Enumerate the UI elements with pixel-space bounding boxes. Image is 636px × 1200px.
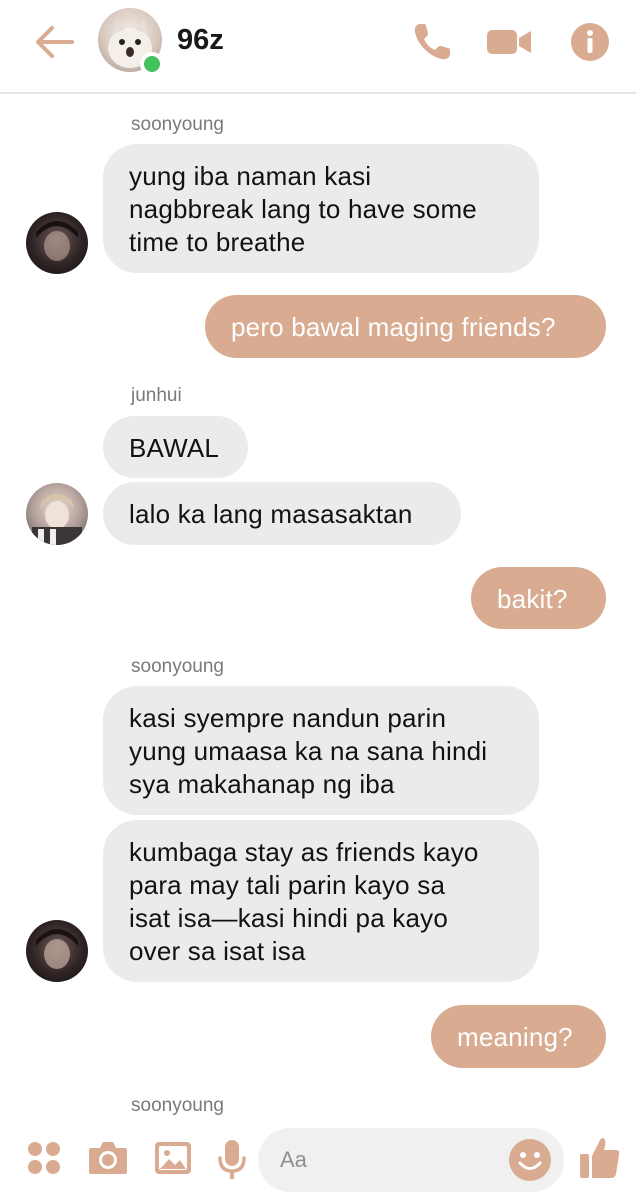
four-dots-icon xyxy=(28,1142,60,1174)
avatar-photo xyxy=(32,494,82,545)
messenger-chat-screen: 96z soonyoung yung iba naman kasi nagbbr… xyxy=(0,0,636,1200)
online-status-dot xyxy=(140,52,164,76)
info-button[interactable] xyxy=(568,20,612,64)
thumbs-up-icon xyxy=(580,1138,620,1178)
sender-avatar[interactable] xyxy=(26,483,88,545)
chat-title[interactable]: 96z xyxy=(177,24,224,57)
smiley-icon xyxy=(509,1139,551,1181)
outgoing-message[interactable]: pero bawal maging friends? xyxy=(205,295,606,358)
like-button[interactable] xyxy=(578,1134,622,1182)
outgoing-message[interactable]: bakit? xyxy=(471,567,606,629)
image-icon xyxy=(155,1142,191,1174)
video-call-button[interactable] xyxy=(485,20,533,64)
sender-name: soonyoung xyxy=(131,114,224,135)
incoming-message[interactable]: kasi syempre nandun parin yung umaasa ka… xyxy=(103,686,539,815)
message-composer[interactable] xyxy=(258,1128,564,1192)
sender-name: soonyoung xyxy=(131,1095,224,1116)
info-icon xyxy=(571,23,609,61)
chat-header: 96z xyxy=(0,0,636,94)
camera-icon xyxy=(89,1142,127,1174)
incoming-message[interactable]: lalo ka lang masasaktan xyxy=(103,482,461,545)
arrow-left-icon xyxy=(36,26,74,58)
incoming-message[interactable]: kumbaga stay as friends kayo para may ta… xyxy=(103,820,539,982)
emoji-button[interactable] xyxy=(508,1138,552,1182)
video-camera-icon xyxy=(487,30,531,54)
phone-icon xyxy=(414,24,450,60)
composer-bar xyxy=(0,1124,636,1200)
sender-name: soonyoung xyxy=(131,656,224,677)
gallery-button[interactable] xyxy=(153,1138,193,1178)
message-input[interactable] xyxy=(280,1142,500,1178)
avatar-photo xyxy=(36,929,78,969)
call-button[interactable] xyxy=(410,20,454,64)
voice-button[interactable] xyxy=(216,1138,248,1182)
sender-name: junhui xyxy=(131,385,182,406)
microphone-icon xyxy=(218,1140,246,1179)
back-button[interactable] xyxy=(30,22,78,62)
incoming-message[interactable]: BAWAL xyxy=(103,416,248,478)
avatar-photo xyxy=(36,221,78,261)
camera-button[interactable] xyxy=(87,1138,129,1178)
outgoing-message[interactable]: meaning? xyxy=(431,1005,606,1068)
sender-avatar[interactable] xyxy=(26,920,88,982)
more-actions-button[interactable] xyxy=(26,1140,62,1176)
sender-avatar[interactable] xyxy=(26,212,88,274)
incoming-message[interactable]: yung iba naman kasi nagbbreak lang to ha… xyxy=(103,144,539,273)
